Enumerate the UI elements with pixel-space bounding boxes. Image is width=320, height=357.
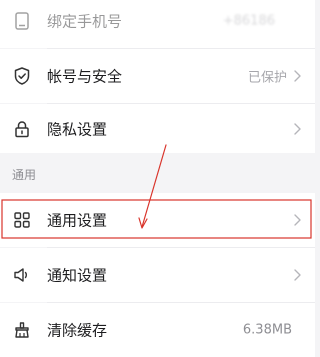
- row-privacy-settings[interactable]: 隐私设置: [0, 104, 315, 153]
- notification-settings-label: 通知设置: [47, 266, 108, 285]
- shield-check-icon: [14, 67, 30, 85]
- lock-icon: [15, 120, 29, 137]
- grid-icon: [14, 212, 30, 228]
- speaker-icon: [14, 268, 28, 282]
- row-bind-phone[interactable]: 绑定手机号 +86186: [0, 0, 315, 48]
- privacy-settings-label: 隐私设置: [47, 120, 108, 138]
- bind-phone-label: 绑定手机号: [47, 12, 123, 31]
- general-settings-label: 通用设置: [47, 211, 108, 230]
- phone-icon: [15, 12, 29, 30]
- row-account-security[interactable]: 帐号与安全 已保护: [0, 49, 315, 103]
- account-security-status: 已保护: [247, 70, 287, 86]
- broom-icon: [15, 322, 29, 338]
- row-general-settings[interactable]: 通用设置: [0, 193, 315, 247]
- cache-size-value: 6.38MB: [242, 322, 292, 338]
- chevron-right-icon: [294, 214, 301, 226]
- section-general: 通用: [0, 153, 315, 193]
- chevron-right-icon: [294, 269, 301, 281]
- row-clear-cache[interactable]: 清除缓存 6.38MB: [0, 303, 315, 357]
- clear-cache-label: 清除缓存: [47, 321, 108, 340]
- account-security-label: 帐号与安全: [47, 67, 123, 86]
- bind-phone-value: +86186: [222, 13, 275, 29]
- section-title: 通用: [12, 168, 37, 182]
- row-notification-settings[interactable]: 通知设置: [0, 248, 315, 302]
- chevron-right-icon: [294, 70, 301, 82]
- chevron-right-icon: [294, 122, 301, 135]
